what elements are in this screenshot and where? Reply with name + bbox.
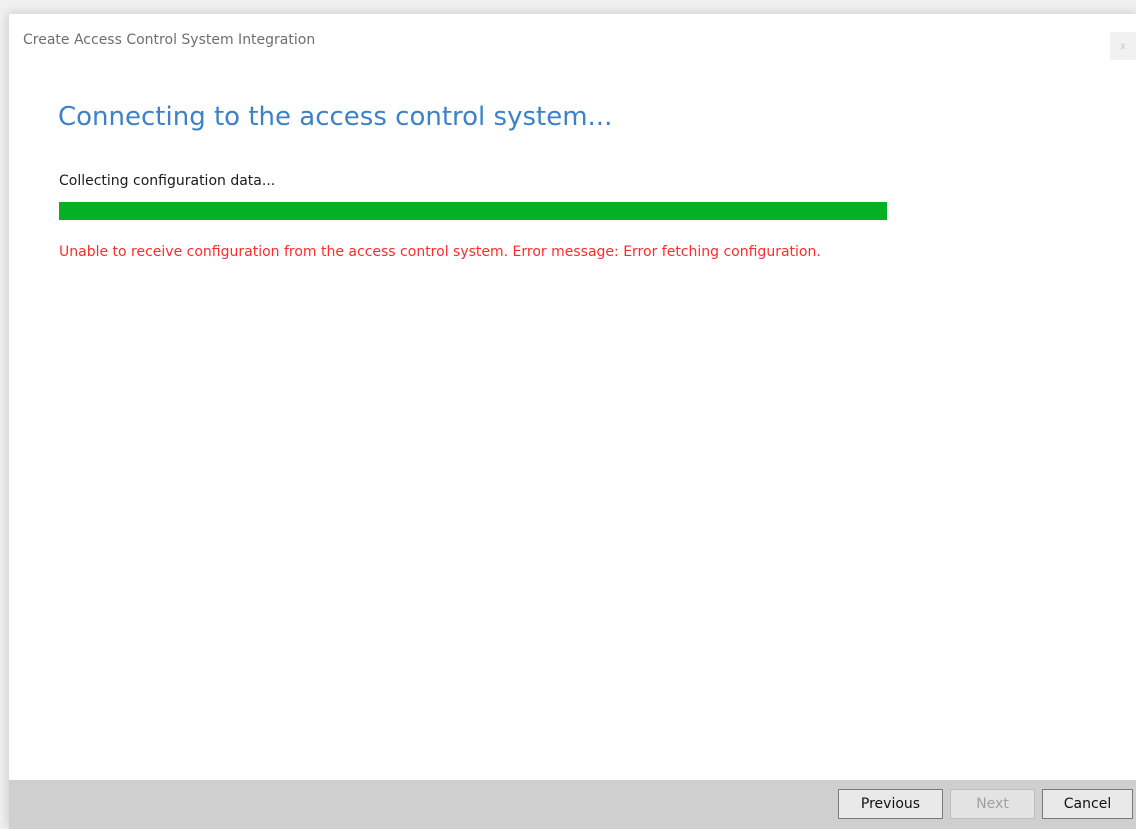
cancel-button[interactable]: Cancel — [1042, 789, 1133, 819]
wizard-footer: Previous Next Cancel — [9, 780, 1136, 829]
window-title: Create Access Control System Integration — [23, 32, 316, 48]
progress-bar-fill — [59, 202, 887, 220]
progress-bar — [59, 202, 887, 220]
status-text: Collecting configuration data... — [59, 173, 276, 189]
previous-button[interactable]: Previous — [838, 789, 943, 819]
title-bar: Create Access Control System Integration… — [9, 14, 1136, 66]
close-button[interactable]: x — [1110, 32, 1136, 60]
error-message: Unable to receive configuration from the… — [59, 244, 821, 260]
page-heading: Connecting to the access control system.… — [58, 102, 613, 132]
close-icon: x — [1120, 40, 1126, 52]
wizard-window: Create Access Control System Integration… — [9, 14, 1136, 829]
next-button[interactable]: Next — [950, 789, 1035, 819]
